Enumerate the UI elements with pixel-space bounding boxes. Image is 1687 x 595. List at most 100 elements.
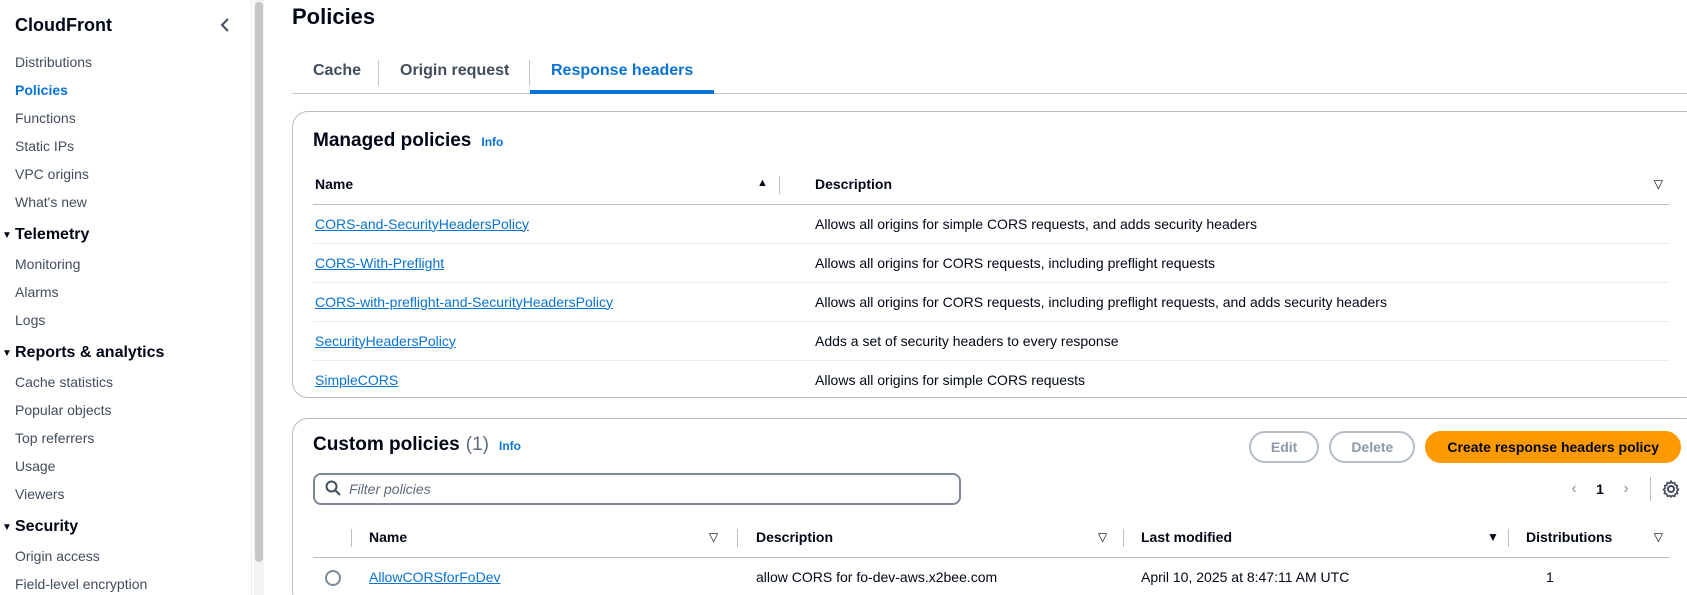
caret-down-icon: ▼ xyxy=(2,521,12,533)
column-header-name[interactable]: Name ▲ xyxy=(313,164,797,205)
sidebar-title[interactable]: CloudFront xyxy=(15,15,112,36)
managed-policies-container: Managed policies Info Name ▲ Description… xyxy=(292,111,1687,398)
custom-policies-title: Custom policies xyxy=(313,434,460,455)
page-number-button[interactable]: 1 xyxy=(1588,481,1612,497)
side-navigation: CloudFront Distributions Policies Functi… xyxy=(0,0,252,595)
tab-cache[interactable]: Cache xyxy=(292,52,382,94)
column-header-description[interactable]: Description ▽ xyxy=(797,164,1669,205)
sidebar-item-top-referrers[interactable]: Top referrers xyxy=(0,424,250,452)
managed-policies-table: Name ▲ Description ▽ CORS-and-SecurityHe… xyxy=(313,164,1669,399)
policy-name-link[interactable]: CORS-With-Preflight xyxy=(315,255,444,271)
sidebar-section-security[interactable]: ▼ Security xyxy=(0,512,250,542)
row-select-radio[interactable] xyxy=(325,569,341,586)
policy-name-link[interactable]: CORS-with-preflight-and-SecurityHeadersP… xyxy=(315,294,613,310)
sidebar-item-vpc-origins[interactable]: VPC origins xyxy=(0,160,250,188)
main-content: Policies Cache Origin request Response h… xyxy=(292,0,1687,595)
column-header-label: Description xyxy=(756,528,834,545)
table-header-row: Name ▽ Description ▽ Last modified ▼ Dis… xyxy=(313,517,1669,558)
sidebar-header: CloudFront xyxy=(15,10,235,40)
policy-name-link[interactable]: SecurityHeadersPolicy xyxy=(315,333,456,349)
policy-name-link[interactable]: AllowCORSforFoDev xyxy=(369,569,500,585)
column-header-name[interactable]: Name ▽ xyxy=(369,517,756,558)
custom-policies-container: Custom policies (1) Info Edit Delete Cre… xyxy=(292,418,1687,595)
policy-name-link[interactable]: SimpleCORS xyxy=(315,372,398,388)
sort-ascending-icon[interactable]: ▲ xyxy=(757,177,768,189)
sidebar-item-alarms[interactable]: Alarms xyxy=(0,278,250,306)
column-header-label: Description xyxy=(815,175,893,192)
sidebar-item-functions[interactable]: Functions xyxy=(0,104,250,132)
sort-icon[interactable]: ▽ xyxy=(1654,530,1663,544)
tab-origin-request[interactable]: Origin request xyxy=(379,52,530,94)
sidebar-item-origin-access[interactable]: Origin access xyxy=(0,542,250,570)
delete-button[interactable]: Delete xyxy=(1329,431,1416,463)
caret-down-icon: ▼ xyxy=(2,229,12,241)
column-header-description[interactable]: Description ▽ xyxy=(756,517,1141,558)
table-row: SimpleCORS Allows all origins for simple… xyxy=(313,360,1669,399)
sidebar-item-popular-objects[interactable]: Popular objects xyxy=(0,396,250,424)
sidebar-item-static-ips[interactable]: Static IPs xyxy=(0,132,250,160)
table-row: SecurityHeadersPolicy Adds a set of secu… xyxy=(313,321,1669,361)
gear-icon[interactable] xyxy=(1661,479,1681,499)
tab-response-headers[interactable]: Response headers xyxy=(530,52,715,94)
sidebar-item-whats-new[interactable]: What's new xyxy=(0,188,250,216)
sort-descending-icon[interactable]: ▼ xyxy=(1487,530,1499,544)
column-header-label: Distributions xyxy=(1526,528,1613,545)
table-row: CORS-with-preflight-and-SecurityHeadersP… xyxy=(313,282,1669,322)
column-resizer[interactable] xyxy=(1123,529,1124,547)
sort-icon[interactable]: ▽ xyxy=(709,530,718,544)
sidebar-section-label: Reports & analytics xyxy=(15,344,165,361)
page-title: Policies xyxy=(292,4,376,29)
sidebar-item-cache-statistics[interactable]: Cache statistics xyxy=(0,368,250,396)
policy-description: Allows all origins for simple CORS reque… xyxy=(797,204,1669,244)
sidebar-section-reports[interactable]: ▼ Reports & analytics xyxy=(0,338,250,368)
table-row: CORS-With-Preflight Allows all origins f… xyxy=(313,243,1669,283)
previous-page-icon[interactable]: ‹ xyxy=(1560,480,1588,498)
table-row: AllowCORSforFoDev allow CORS for fo-dev-… xyxy=(313,557,1669,595)
column-header-last-modified[interactable]: Last modified ▼ xyxy=(1141,517,1526,558)
column-resizer[interactable] xyxy=(779,176,780,194)
column-header-select xyxy=(313,517,369,558)
policy-description: Allows all origins for CORS requests, in… xyxy=(797,243,1669,283)
column-resizer[interactable] xyxy=(737,529,738,547)
search-icon xyxy=(325,480,341,499)
custom-policies-count: (1) xyxy=(465,434,489,455)
create-response-headers-policy-button[interactable]: Create response headers policy xyxy=(1425,431,1681,463)
next-page-icon[interactable]: › xyxy=(1612,480,1640,498)
column-header-label: Last modified xyxy=(1141,528,1233,545)
sidebar-item-policies[interactable]: Policies xyxy=(0,76,250,104)
column-resizer[interactable] xyxy=(351,529,352,547)
custom-info-link[interactable]: Info xyxy=(499,439,521,453)
scrollbar-thumb[interactable] xyxy=(255,2,263,562)
edit-button[interactable]: Edit xyxy=(1248,431,1320,463)
sidebar-item-logs[interactable]: Logs xyxy=(0,306,250,334)
filter-policies-input[interactable] xyxy=(349,481,929,497)
managed-info-link[interactable]: Info xyxy=(481,135,503,149)
policy-description: Allows all origins for simple CORS reque… xyxy=(815,371,1085,388)
sidebar-section-telemetry[interactable]: ▼ Telemetry xyxy=(0,220,250,250)
filter-policies-box[interactable] xyxy=(313,473,961,505)
sort-icon[interactable]: ▽ xyxy=(1098,530,1107,544)
policy-description: Adds a set of security headers to every … xyxy=(797,321,1669,361)
sidebar-item-field-level-encryption[interactable]: Field-level encryption xyxy=(0,570,250,595)
custom-actions: Edit Delete Create response headers poli… xyxy=(1248,431,1681,463)
column-resizer[interactable] xyxy=(1508,529,1509,547)
sidebar-item-viewers[interactable]: Viewers xyxy=(0,480,250,508)
collapse-sidebar-icon[interactable] xyxy=(215,15,235,35)
caret-down-icon: ▼ xyxy=(2,347,12,359)
managed-policies-title: Managed policies xyxy=(313,130,472,151)
column-header-distributions[interactable]: Distributions ▽ xyxy=(1526,517,1669,558)
custom-policies-table: Name ▽ Description ▽ Last modified ▼ Dis… xyxy=(313,517,1669,595)
sidebar-item-distributions[interactable]: Distributions xyxy=(0,48,250,76)
sidebar-item-usage[interactable]: Usage xyxy=(0,452,250,480)
sort-icon[interactable]: ▽ xyxy=(1654,177,1663,191)
sidebar-scrollbar[interactable] xyxy=(254,0,264,595)
sidebar-item-monitoring[interactable]: Monitoring xyxy=(0,250,250,278)
sidebar-nav-list: Distributions Policies Functions Static … xyxy=(0,48,250,595)
custom-policies-header: Custom policies (1) Info xyxy=(313,434,521,456)
policy-name-link[interactable]: CORS-and-SecurityHeadersPolicy xyxy=(315,216,529,232)
pagination: ‹ 1 › xyxy=(1560,473,1681,505)
managed-policies-header: Managed policies Info xyxy=(313,130,503,152)
pagination-divider xyxy=(1650,477,1651,501)
table-header-row: Name ▲ Description ▽ xyxy=(313,164,1669,205)
column-header-label: Name xyxy=(315,175,354,192)
